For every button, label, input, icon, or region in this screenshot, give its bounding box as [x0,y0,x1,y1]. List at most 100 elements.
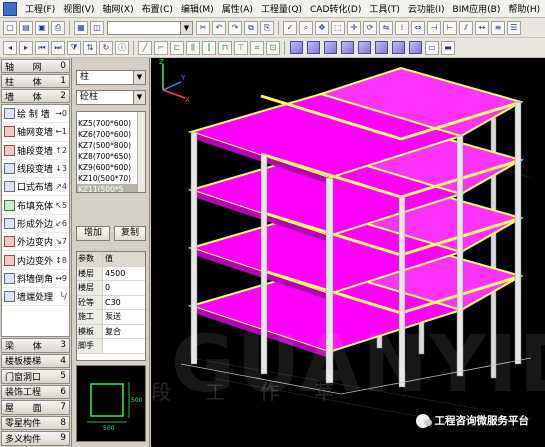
grid-icon[interactable]: ▦ [74,20,88,35]
shaded-icon[interactable]: ▬ [441,40,455,55]
slab-tool-icon[interactable]: ⊓ [218,40,232,55]
module-axis[interactable]: 轴网0 [1,59,70,73]
module-decor[interactable]: 装饰工程 6 [1,384,70,399]
module-door[interactable]: 门窗洞口 5 [1,369,70,384]
beam-tool-icon[interactable]: ⊤ [234,40,248,55]
prev-icon[interactable]: ◂ [3,40,17,55]
menu-axis[interactable]: 轴网(X) [98,2,137,15]
polyline-tool-icon[interactable]: ⌐ [154,40,168,55]
tool-outer-to-inner[interactable]: 外边变内 ↘7 [2,233,69,252]
menu-tools[interactable]: 工具(T) [365,2,404,15]
new-icon[interactable]: ▢ [3,20,17,35]
select-icon[interactable]: ⬚ [331,20,345,35]
array-icon[interactable]: ⁞ [395,20,409,35]
print-icon[interactable]: ⎙ [51,20,65,35]
rotate-icon[interactable]: ⟳ [363,20,377,35]
list-item-selected[interactable]: KZ11(500*5 [77,184,145,192]
table-row[interactable]: 施工 泵送 [77,310,145,325]
opening-tool-icon[interactable]: ⊡ [266,40,280,55]
view-iso4-icon[interactable] [392,41,405,54]
table-row[interactable]: 楼层 0 [77,281,145,296]
zoom-icon[interactable]: ⌕ [299,20,313,35]
table-row[interactable]: 模板 复合 [77,324,145,339]
open-icon[interactable]: ▤ [19,20,33,35]
tool-draw-wall[interactable]: 绘 制 墙 →0 [2,105,69,124]
extend-icon[interactable]: ⊢ [443,20,457,35]
line-tool-icon[interactable]: ╱ [138,40,152,55]
stretch-icon[interactable]: ⇔ [411,20,425,35]
type-select[interactable]: 柱 ▼ [76,70,146,85]
tool-inner-to-outer[interactable]: 内边变外 ↕8 [2,251,69,270]
cut-icon[interactable]: ✂ [196,20,210,35]
add-button[interactable]: 增加 [76,226,110,241]
redo-icon[interactable]: ↷ [228,20,242,35]
tool-fill-body[interactable]: 布填充体 ↖5 [2,196,69,215]
table-row[interactable]: 砼等 C30 [77,295,145,310]
list-item[interactable]: KZ6(700*600) [77,129,145,140]
component-list[interactable]: KZ5(700*600) KZ6(700*600) KZ7(500*800) K… [76,111,146,193]
tool-line-to-wall[interactable]: 线段变墙 ↓3 [2,160,69,179]
module-misc[interactable]: 多义构件 9 [1,431,70,446]
copy-icon[interactable]: ⧉ [244,20,258,35]
module-roof[interactable]: 屋面7 [1,400,70,415]
filter-icon[interactable]: ⧩ [67,40,81,55]
next-icon[interactable]: ▸ [19,40,33,55]
undo-icon[interactable]: ↶ [212,20,226,35]
offset-icon[interactable]: ⫽ [459,20,473,35]
bracket-tool-icon[interactable]: ⊏ [170,40,184,55]
tool-axis-to-wall[interactable]: 轴网变墙 ←1 [2,123,69,142]
list-item[interactable]: KZ9(600*600) [77,162,145,173]
table-row[interactable]: 脚手 [77,339,145,354]
tool-wall-end[interactable]: 墙端处理 └/ [2,288,69,307]
column-grid-tool-icon[interactable]: ⫼ [186,40,200,55]
properties-icon[interactable]: ☰ [507,20,521,35]
list-item[interactable]: KZ10(500*70) [77,173,145,184]
table-row[interactable]: 楼层 4500 [77,266,145,281]
trim-icon[interactable]: ⊣ [427,20,441,35]
menu-view[interactable]: 视图(V) [59,2,98,15]
menu-quantity[interactable]: 工程量(Q) [257,2,306,15]
module-wall[interactable]: 墙体2 [1,89,70,103]
module-members[interactable]: 零星构件 8 [1,415,70,430]
measure-icon[interactable]: ↔ [475,20,489,35]
menu-cad[interactable]: CAD转化(D) [306,2,365,15]
tool-axis-segment-wall[interactable]: 轴段变墙 ↑2 [2,142,69,160]
model-viewport[interactable]: GUANYIDE 段 工 作 苹 Z X Y 工程咨询微服务平台 [151,58,545,447]
window-icon[interactable]: ◫ [90,20,104,35]
layer-icon[interactable]: ≡ [491,20,505,35]
check-icon[interactable]: ✓ [283,20,297,35]
sort-icon[interactable]: ⇅ [83,40,97,55]
view-render-icon[interactable] [409,41,422,54]
tool-outer-edge[interactable]: 形成外边 ↙6 [2,215,69,234]
mirror-icon[interactable]: ⇋ [379,20,393,35]
menu-layout[interactable]: 布置(C) [138,2,177,15]
menu-attributes[interactable]: 属性(A) [218,2,257,15]
subtype-select[interactable]: 砼柱 ▼ [76,90,146,105]
view-top-icon[interactable] [290,41,303,54]
last-icon[interactable]: ⏭ [51,40,65,55]
view-iso2-icon[interactable] [358,41,371,54]
layer-combo[interactable]: ▼ [107,20,193,35]
view-front-icon[interactable] [307,41,320,54]
tool-frame-wall[interactable]: 口式布墙 ↗4 [2,178,69,197]
module-column[interactable]: 柱体1 [1,74,70,88]
pan-icon[interactable]: ✥ [315,20,329,35]
info-icon[interactable]: ⓘ [115,40,129,55]
list-item[interactable]: KZ7(500*800) [77,140,145,151]
menu-file[interactable]: 工程(F) [21,2,59,15]
module-beam[interactable]: 梁体3 [1,338,70,353]
refresh-icon[interactable]: ↻ [99,40,113,55]
first-icon[interactable]: ⏮ [35,40,49,55]
view-side-icon[interactable] [324,41,337,54]
view-iso3-icon[interactable] [375,41,388,54]
stair-tool-icon[interactable]: ⌗ [250,40,264,55]
view-iso-icon[interactable] [341,41,354,54]
list-scrollbar[interactable] [137,112,145,192]
wire-frame-icon[interactable]: ▭ [425,40,439,55]
paste-icon[interactable]: ⎘ [260,20,274,35]
list-item[interactable]: KZ5(700*600) [77,118,145,129]
tool-chamfer[interactable]: 斜墙倒角 ↔9 [2,270,69,288]
menu-edit[interactable]: 编辑(M) [177,2,218,15]
menu-help[interactable]: 帮助(H) [504,2,544,15]
list-item[interactable]: KZ8(700*650) [77,151,145,162]
